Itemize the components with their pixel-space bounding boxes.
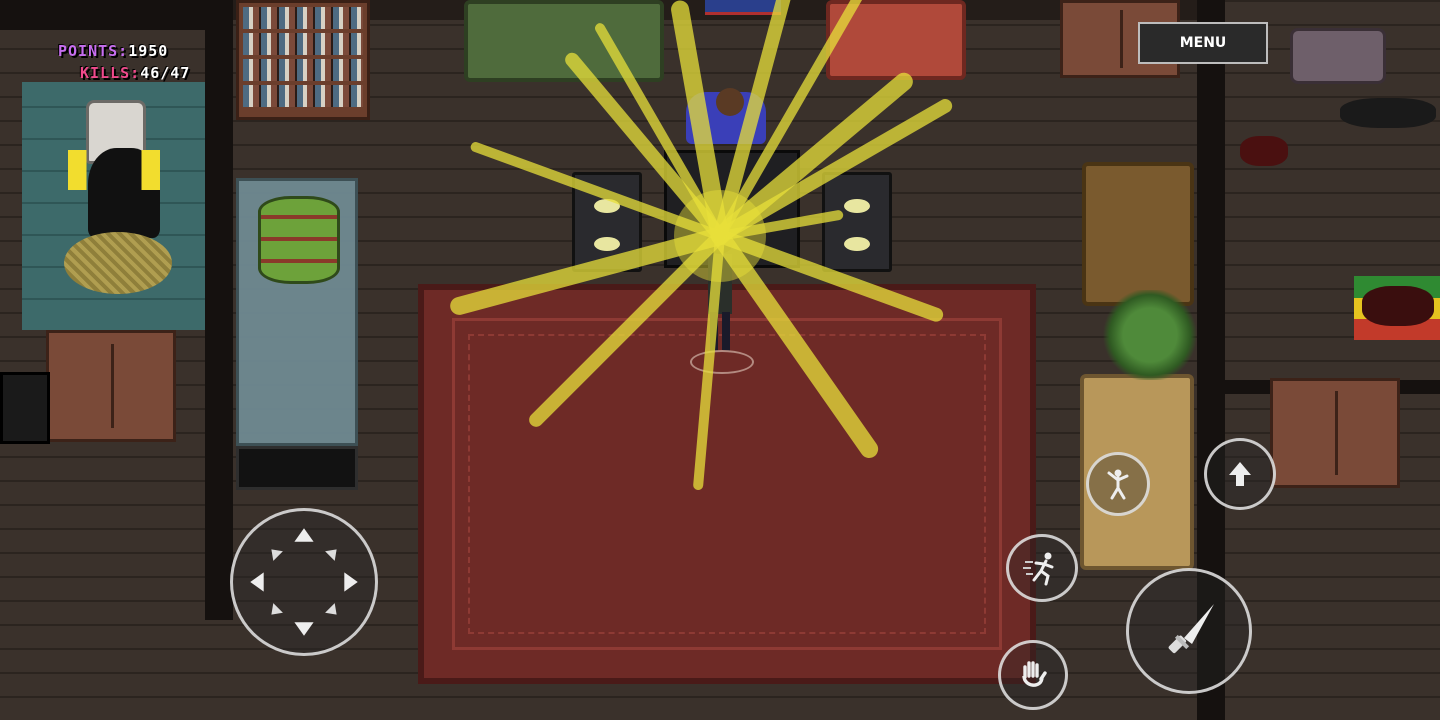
- menu-label: MENU: [1179, 35, 1227, 51]
- kills-label: KILLS:: [80, 64, 141, 82]
- kills-readout: KILLS:46/47: [80, 64, 190, 82]
- blood-splatter-2: [1362, 286, 1434, 326]
- cabinet-left: [46, 330, 176, 442]
- green-barrel: [258, 196, 340, 284]
- sofa-red: [826, 0, 966, 80]
- player-shadow-ring: [690, 350, 754, 374]
- up-arrow-icon: [1229, 462, 1251, 486]
- knife-icon: [1168, 604, 1214, 654]
- hand-icon: [1022, 661, 1047, 687]
- player-character: [700, 226, 740, 360]
- table-legs: [236, 446, 358, 490]
- union-jack-cushion: [705, 0, 781, 15]
- points-value: 1950: [128, 42, 169, 60]
- points-label: POINTS:: [58, 42, 129, 60]
- warning-sign: [0, 372, 50, 444]
- dead-body: [1340, 98, 1436, 128]
- speaker-right: [822, 172, 892, 272]
- up-button[interactable]: [1204, 438, 1276, 510]
- kills-value: 46/47: [140, 64, 191, 82]
- points-readout: POINTS:1950: [58, 42, 168, 60]
- armchair-brown: [1082, 162, 1194, 306]
- bath-mat: [64, 232, 172, 294]
- running-figure-icon: [1023, 552, 1054, 586]
- blood-splatter: [1240, 136, 1288, 166]
- dj-head: [716, 88, 744, 116]
- dpad-joystick[interactable]: [230, 508, 378, 656]
- grab-button[interactable]: [998, 640, 1068, 710]
- game-viewport[interactable]: POINTS:1950 KILLS:46/47 MENU: [0, 0, 1440, 720]
- bookshelf: [236, 0, 370, 120]
- yellow-gloves: [68, 150, 160, 190]
- potted-plant: [1100, 290, 1200, 380]
- sprint-button[interactable]: [1006, 534, 1078, 602]
- menu-button[interactable]: MENU: [1138, 22, 1268, 64]
- sofa-green: [464, 0, 664, 82]
- speaker-left: [572, 172, 642, 272]
- couch-grey: [1290, 28, 1386, 84]
- wall-vertical-left: [205, 0, 233, 620]
- dpad-arrows-icon: [250, 528, 358, 636]
- dancing-figure-icon: [1107, 469, 1129, 500]
- cabinet-right: [1270, 378, 1400, 488]
- attack-button[interactable]: [1126, 568, 1252, 694]
- wall-left-room: [0, 0, 230, 30]
- dance-button[interactable]: [1086, 452, 1150, 516]
